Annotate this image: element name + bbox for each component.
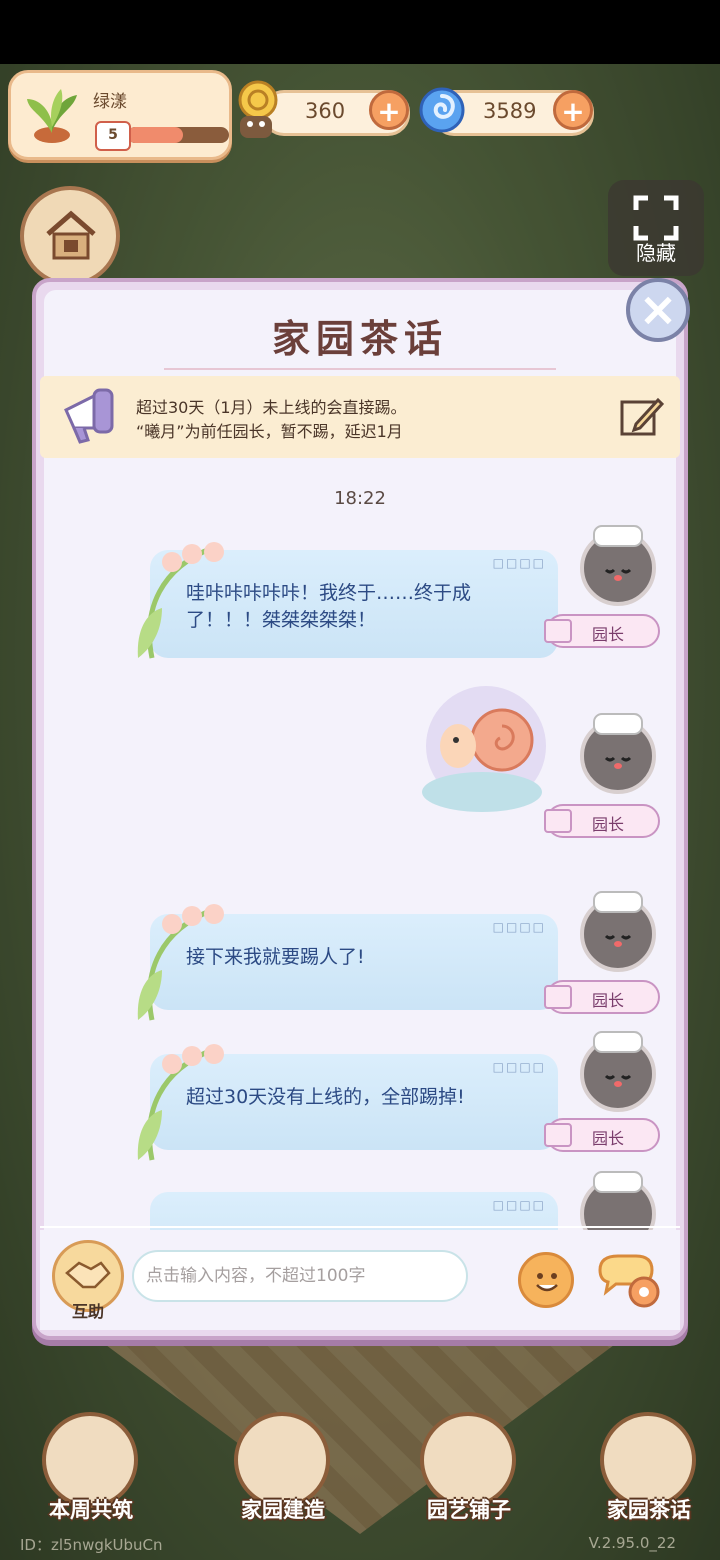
message-dots: □□□□ (492, 556, 546, 570)
title-divider (164, 368, 556, 370)
nav-weekly-build[interactable]: 本周共筑 (26, 1410, 156, 1530)
chat-divider (40, 1226, 680, 1228)
home-button[interactable] (20, 186, 120, 286)
announcement-line-2: “曦月”为前任园长，暂不踢，延迟1月 (136, 422, 403, 441)
plant-avatar-icon (27, 89, 77, 143)
role-tag: 园长 (544, 980, 660, 1014)
assist-label: 互助 (71, 1302, 104, 1321)
snail-coin-counter: 360 + (262, 90, 410, 136)
nav-home-chat[interactable]: 家园茶话 (584, 1410, 714, 1530)
role-label: 园长 (592, 815, 625, 834)
player-name: 绿漾 (93, 92, 127, 112)
nav-label: 家园茶话 (607, 1498, 691, 1522)
announcement-line-1: 超过30天（1月）未上线的会直接踢。 (136, 398, 407, 417)
nav-garden-shop[interactable]: 园艺铺子 (404, 1410, 534, 1530)
add-snail-coin-button[interactable]: + (369, 90, 409, 130)
message-dots: □□□□ (492, 1060, 546, 1074)
snail-sticker-icon[interactable] (406, 680, 556, 830)
role-tag: 园长 (544, 1118, 660, 1152)
fullscreen-icon (633, 195, 679, 241)
cat-chef-avatar-icon[interactable] (572, 708, 664, 794)
snail-coin-icon (238, 80, 278, 138)
chat-input-bar: 互助 (40, 1230, 680, 1330)
hide-ui-button[interactable]: 隐藏 (608, 180, 704, 276)
level-progress-fill (127, 127, 184, 143)
role-label: 园长 (592, 625, 625, 644)
nav-label: 园艺铺子 (427, 1498, 511, 1522)
hide-label: 隐藏 (636, 241, 676, 265)
role-tag: 园长 (544, 614, 660, 648)
cat-chef-avatar-icon[interactable] (572, 886, 664, 972)
house-icon (46, 210, 96, 260)
role-label: 园长 (592, 991, 625, 1010)
player-id: ID：zl5nwgkUbuCn (20, 1536, 163, 1554)
handshake-icon (65, 1261, 111, 1289)
cat-chef-avatar-icon[interactable] (572, 1026, 664, 1112)
nav-label: 本周共筑 (49, 1498, 133, 1522)
home-small-icon (544, 1123, 572, 1147)
cat-chef-avatar-icon[interactable] (572, 1166, 664, 1230)
chat-bubble[interactable]: □□□□ (150, 1192, 558, 1230)
nav-label: 家园建造 (241, 1498, 325, 1522)
chat-settings-icon[interactable] (596, 1252, 666, 1312)
lily-of-valley-icon (137, 1044, 224, 1161)
nav-home-build[interactable]: 家园建造 (218, 1410, 348, 1530)
role-label: 园长 (592, 1129, 625, 1148)
message-dots: □□□□ (492, 920, 546, 934)
role-tag: 园长 (544, 804, 660, 838)
chat-message-list[interactable]: 18:22 □□□□ 哇咔咔咔咔咔！我终于……终于成了！！！桀桀桀桀桀！ 园长 … (40, 470, 680, 1230)
megaphone-icon (64, 388, 114, 444)
cat-chef-avatar-icon[interactable] (572, 520, 664, 606)
chat-text-input[interactable] (132, 1250, 468, 1302)
smiley-icon (536, 1273, 558, 1292)
level-progress-bar (127, 127, 229, 143)
home-small-icon (544, 985, 572, 1009)
dialog-title: 家园茶话 (271, 317, 448, 361)
lily-of-valley-icon (137, 542, 224, 659)
edit-announcement-icon[interactable] (618, 394, 664, 440)
blue-shell-icon (419, 87, 465, 133)
emoji-button[interactable] (518, 1252, 574, 1308)
home-small-icon (544, 809, 572, 833)
close-dialog-button[interactable]: × (626, 278, 690, 342)
announcement-banner: 超过30天（1月）未上线的会直接踢。 “曦月”为前任园长，暂不踢，延迟1月 (40, 376, 680, 458)
add-shell-button[interactable]: + (553, 90, 593, 130)
profile-card[interactable]: 绿漾 5 (8, 70, 232, 160)
message-dots: □□□□ (492, 1198, 546, 1212)
app-version: V.2.95.0_22 (588, 1534, 676, 1552)
level-badge: 5 (95, 121, 131, 151)
snail-coin-value: 360 (305, 99, 346, 123)
shell-value: 3589 (483, 99, 537, 123)
message-timestamp: 18:22 (334, 488, 386, 509)
lily-of-valley-icon (137, 904, 224, 1021)
home-small-icon (544, 619, 572, 643)
